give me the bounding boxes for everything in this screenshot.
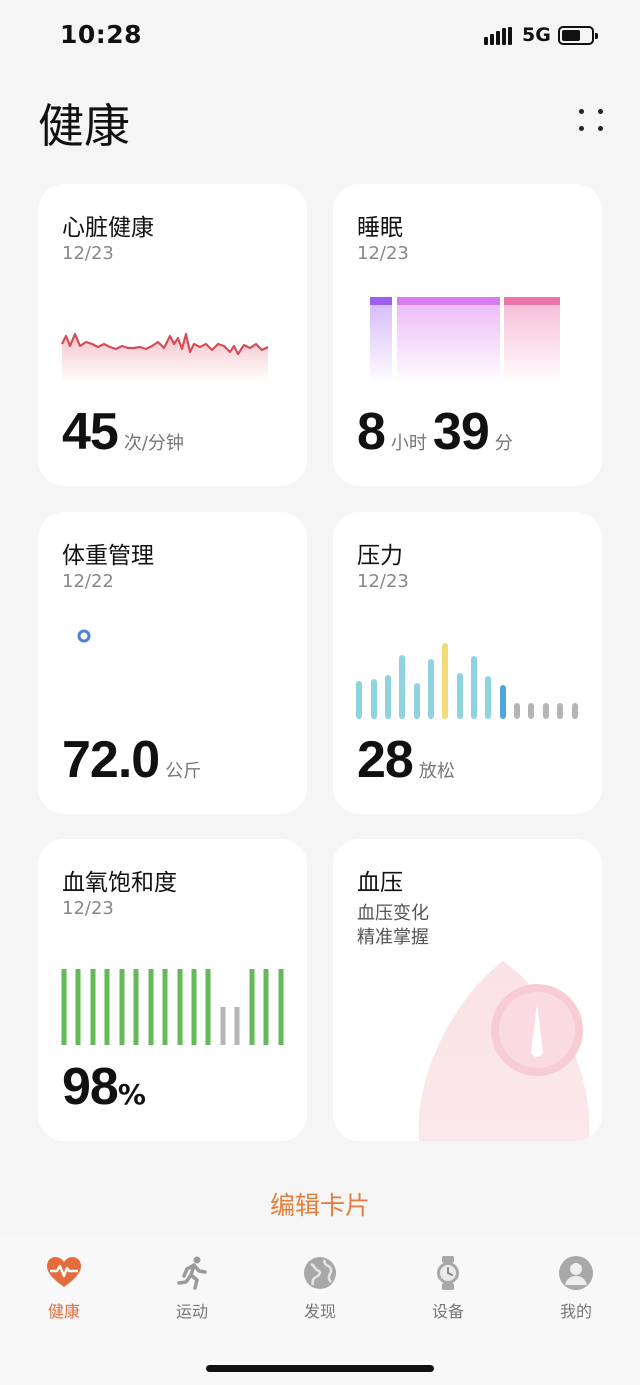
weight-unit: 公斤 (165, 761, 202, 782)
tab-health[interactable]: 健康 (14, 1254, 114, 1344)
weight-card[interactable]: 体重管理 12/22 72.0 公斤 (38, 512, 307, 814)
page-title: 健康 (38, 99, 130, 153)
person-icon (559, 1256, 593, 1290)
stress-unit: 放松 (418, 761, 455, 782)
edit-cards-button[interactable]: 编辑卡片 (0, 1186, 640, 1222)
heart-rate-value-row: 45 次/分钟 (62, 402, 184, 462)
nav-label: 运动 (175, 1302, 208, 1321)
more-grid-icon[interactable] (574, 104, 608, 138)
blood-pressure-illustration (418, 961, 590, 1141)
battery-icon (558, 26, 598, 45)
sleep-segment-light (397, 297, 500, 381)
heart-rate-value: 45 (62, 403, 119, 461)
sleep-hours: 8 (357, 403, 386, 461)
spo2-value-row: 98 % (62, 1057, 146, 1117)
spo2-unit: % (117, 1078, 146, 1111)
status-time: 10:28 (60, 20, 143, 49)
tab-me[interactable]: 我的 (526, 1254, 626, 1344)
heart-health-card[interactable]: 心脏健康 12/23 45 次/分钟 (38, 184, 307, 486)
stress-card[interactable]: 压力 12/23 28 放松 (333, 512, 602, 814)
nav-label: 我的 (559, 1302, 592, 1321)
sleep-value-row: 8 小时 39 分 (357, 402, 513, 462)
running-icon (177, 1256, 207, 1290)
stress-value: 28 (357, 731, 414, 789)
spo2-card[interactable]: 血氧饱和度 12/23 98 % (38, 839, 307, 1141)
nav-label: 设备 (431, 1302, 464, 1321)
status-bar: 10:28 5G (0, 0, 640, 72)
network-type: 5G (522, 24, 551, 46)
bottom-nav: 健康 运动 发现 设备 我的 (0, 1236, 640, 1385)
tab-discover[interactable]: 发现 (270, 1254, 370, 1344)
sleep-segment-deep (370, 297, 392, 381)
weight-value: 72.0 (62, 731, 160, 789)
sleep-card[interactable]: 睡眠 12/23 8 小时 39 分 (333, 184, 602, 486)
sleep-minutes: 39 (432, 403, 490, 461)
heart-pulse-icon (47, 1257, 81, 1287)
tab-devices[interactable]: 设备 (398, 1254, 498, 1344)
nav-label: 发现 (303, 1302, 336, 1321)
home-indicator (206, 1365, 434, 1372)
sleep-hours-unit: 小时 (390, 433, 427, 454)
signal-icon (484, 27, 516, 45)
blood-pressure-card[interactable]: 血压 血压变化 精准掌握 (333, 839, 602, 1141)
watch-icon (437, 1256, 459, 1290)
heart-rate-unit: 次/分钟 (123, 433, 184, 454)
sleep-segment-rem (504, 297, 560, 381)
tab-exercise[interactable]: 运动 (142, 1254, 242, 1344)
weight-value-row: 72.0 公斤 (62, 730, 201, 790)
stress-value-row: 28 放松 (357, 730, 455, 790)
weight-point (77, 629, 91, 643)
spo2-value: 98 (62, 1058, 119, 1116)
sleep-minutes-unit: 分 (494, 433, 513, 454)
globe-icon (304, 1257, 336, 1289)
nav-label: 健康 (47, 1302, 80, 1321)
